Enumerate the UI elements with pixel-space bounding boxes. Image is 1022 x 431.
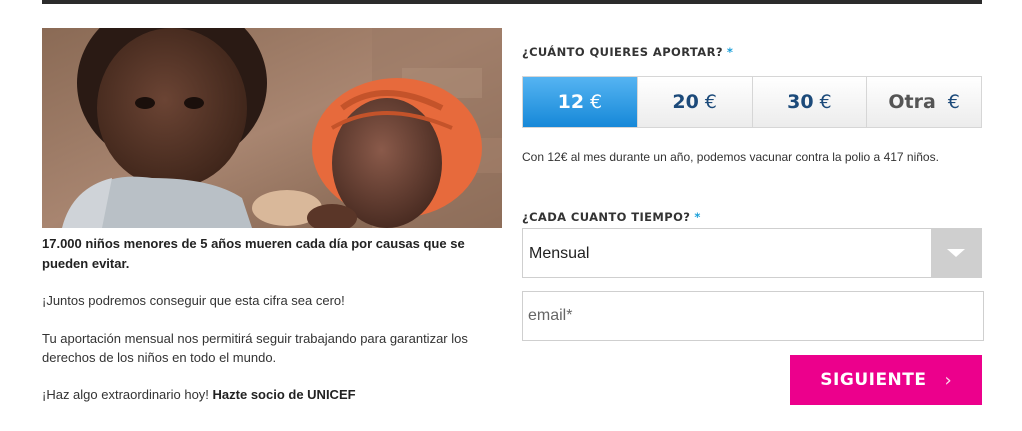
email-field[interactable] xyxy=(522,291,984,341)
closing-text-prefix: ¡Haz algo extraordinario hoy! xyxy=(42,387,213,402)
hero-photo xyxy=(42,28,502,228)
amount-label-text: ¿CUÁNTO QUIERES APORTAR? xyxy=(522,45,723,59)
chevron-down-icon xyxy=(947,249,965,257)
amount-option-30[interactable]: 30 € xyxy=(752,77,868,127)
amount-option-other[interactable]: Otra € xyxy=(867,77,981,127)
amount-options: 12 € 20 € 30 € Otra € xyxy=(522,76,982,128)
amount-option-12[interactable]: 12 € xyxy=(523,77,638,127)
chevron-right-icon: › xyxy=(944,369,952,391)
amount-value: 30 xyxy=(787,91,814,113)
closing-text-bold: Hazte socio de UNICEF xyxy=(212,387,356,402)
closing-text: ¡Haz algo extraordinario hoy! Hazte soci… xyxy=(42,385,492,404)
description-text: Tu aportación mensual nos permitirá segu… xyxy=(42,331,468,365)
frequency-label-text: ¿CADA CUANTO TIEMPO? xyxy=(522,210,691,224)
amount-value: 20 xyxy=(672,91,699,113)
frequency-selected-value: Mensual xyxy=(529,245,590,262)
currency-symbol: € xyxy=(590,91,603,113)
top-divider-bar xyxy=(42,0,982,4)
required-mark: * xyxy=(694,210,701,224)
next-button[interactable]: SIGUIENTE › xyxy=(790,355,982,405)
impact-text: Con 12€ al mes durante un año, podemos v… xyxy=(522,150,939,164)
currency-symbol: € xyxy=(704,91,717,113)
currency-symbol: € xyxy=(819,91,832,113)
required-mark: * xyxy=(726,45,734,59)
dropdown-toggle[interactable] xyxy=(931,229,981,277)
call-to-action-text: ¡Juntos podremos conseguir que esta cifr… xyxy=(42,293,345,308)
headline-text: 17.000 niños menores de 5 años mueren ca… xyxy=(42,236,465,271)
amount-label: ¿CUÁNTO QUIERES APORTAR? * xyxy=(522,45,733,59)
amount-value: Otra xyxy=(888,91,936,113)
frequency-select[interactable]: Mensual xyxy=(522,228,982,278)
next-button-label: SIGUIENTE xyxy=(820,370,927,390)
currency-symbol: € xyxy=(947,91,960,113)
amount-value: 12 xyxy=(557,91,585,113)
frequency-label: ¿CADA CUANTO TIEMPO? * xyxy=(522,210,701,224)
amount-option-20[interactable]: 20 € xyxy=(637,77,753,127)
